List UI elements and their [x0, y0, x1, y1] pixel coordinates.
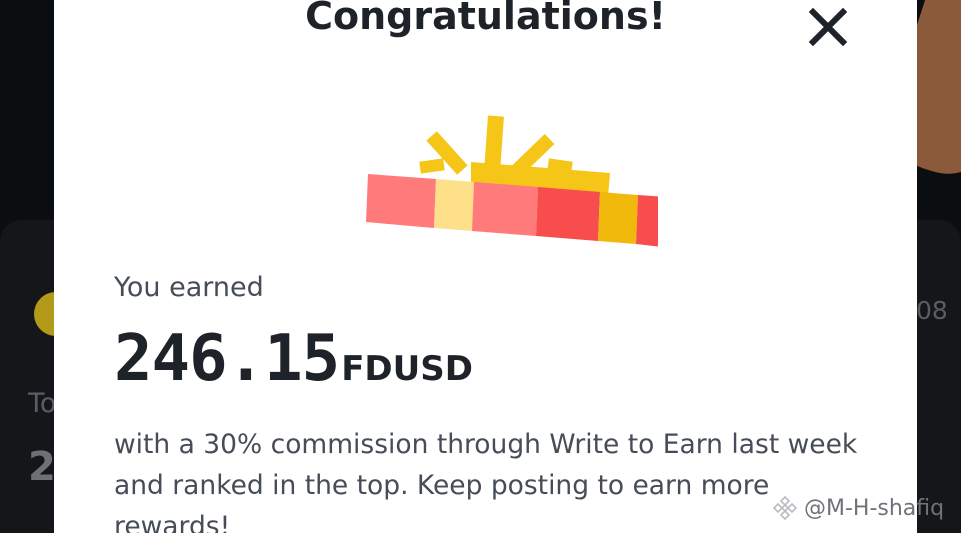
watermark: @M-H-shafiq: [772, 490, 944, 526]
background-text: To: [28, 388, 57, 419]
amount-value: 246.15: [114, 322, 340, 396]
earned-label: You earned: [114, 272, 264, 303]
close-button[interactable]: [806, 5, 850, 49]
reward-message: with a 30% commission through Write to E…: [114, 429, 858, 533]
background-text-right: 08: [916, 296, 948, 325]
earned-amount: 246.15FDUSD: [114, 322, 473, 396]
gift-illustration: [308, 110, 658, 260]
reward-dialog: Congratulations! You earned 246.15FDUSD …: [54, 0, 917, 533]
currency-label: FDUSD: [341, 349, 473, 389]
watermark-text: @M-H-shafiq: [804, 495, 945, 521]
dialog-title: Congratulations!: [305, 0, 666, 38]
gift-icon: [366, 115, 658, 247]
screen: To 2 08 Congratulations! You earned 246.…: [0, 0, 961, 533]
binance-logo-icon: [772, 495, 798, 521]
close-icon: [808, 7, 848, 47]
background-value: 2: [28, 444, 56, 490]
